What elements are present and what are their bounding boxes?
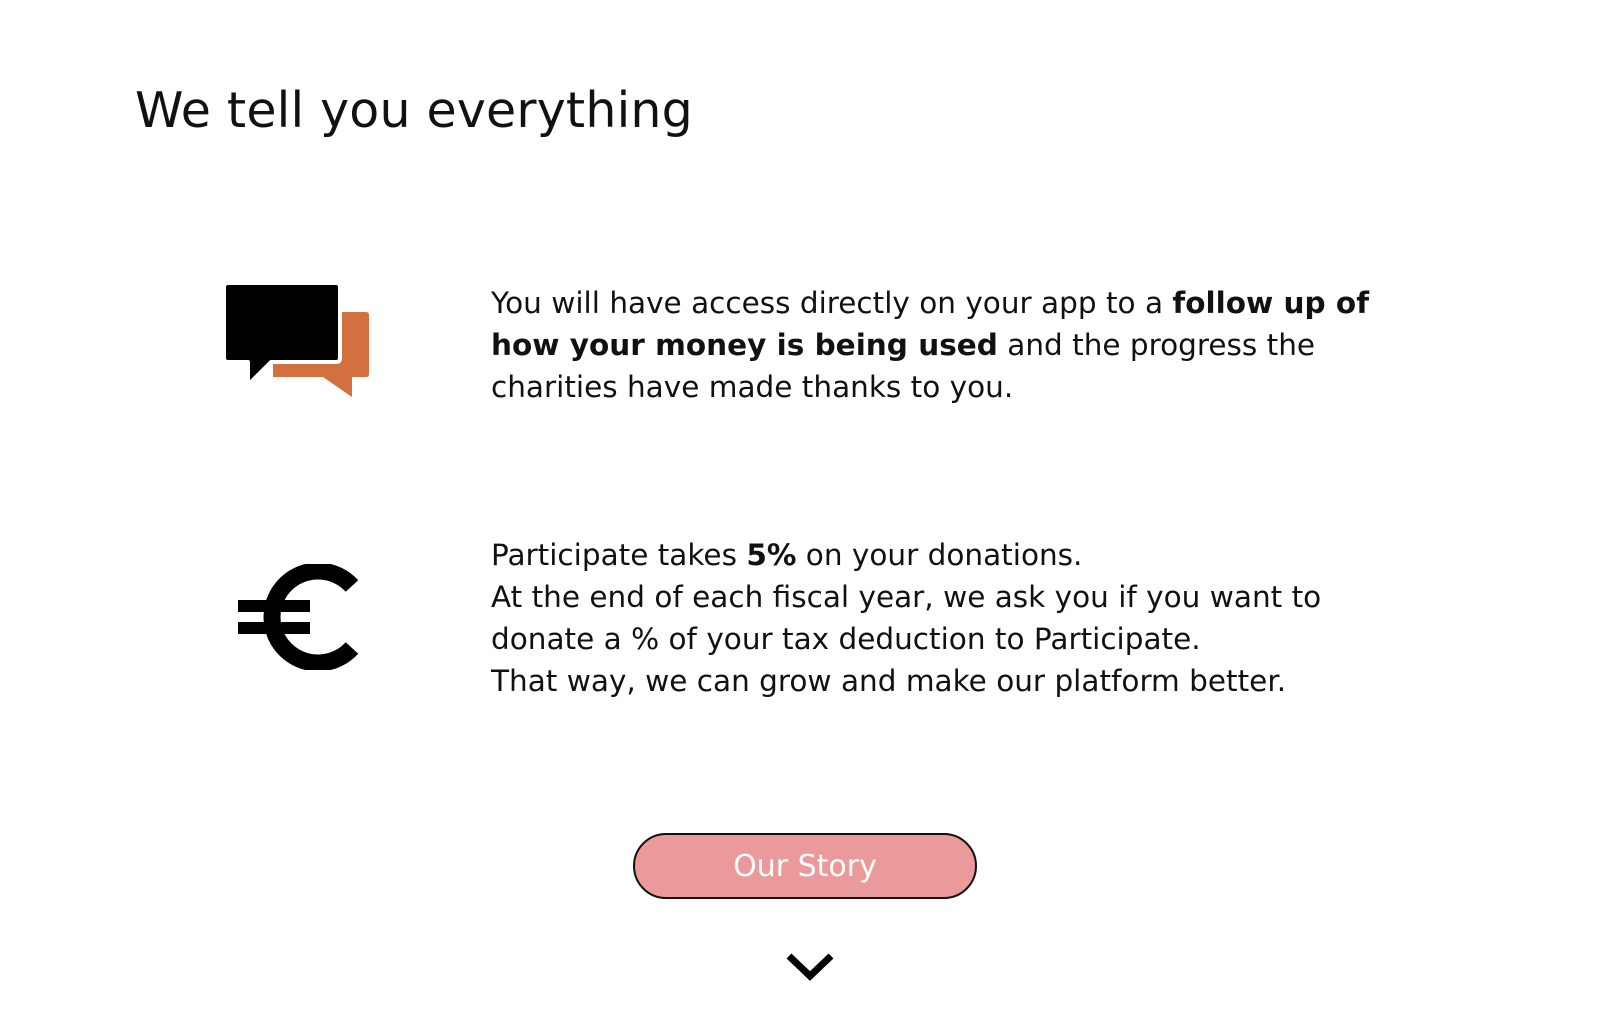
euro-icon — [238, 562, 359, 672]
feature-fees: Participate takes 5% on your donations. A… — [0, 520, 1600, 720]
feature-fees-text: Participate takes 5% on your donations. A… — [491, 534, 1371, 702]
fees-line-1-end: on your donations. — [796, 538, 1083, 572]
feature-follow-up-text-start: You will have access directly on your ap… — [491, 286, 1173, 320]
chevron-down-icon[interactable] — [786, 950, 834, 984]
feature-follow-up: You will have access directly on your ap… — [0, 270, 1600, 430]
fees-line-2: At the end of each fiscal year, we ask y… — [491, 580, 1322, 656]
fees-line-3: That way, we can grow and make our platf… — [491, 664, 1287, 698]
feature-follow-up-text: You will have access directly on your ap… — [491, 282, 1371, 408]
fees-percentage: 5% — [746, 538, 797, 572]
chat-bubbles-icon — [222, 281, 370, 400]
our-story-button[interactable]: Our Story — [633, 833, 977, 899]
page-title: We tell you everything — [135, 82, 693, 139]
fees-line-1-start: Participate takes — [491, 538, 747, 572]
